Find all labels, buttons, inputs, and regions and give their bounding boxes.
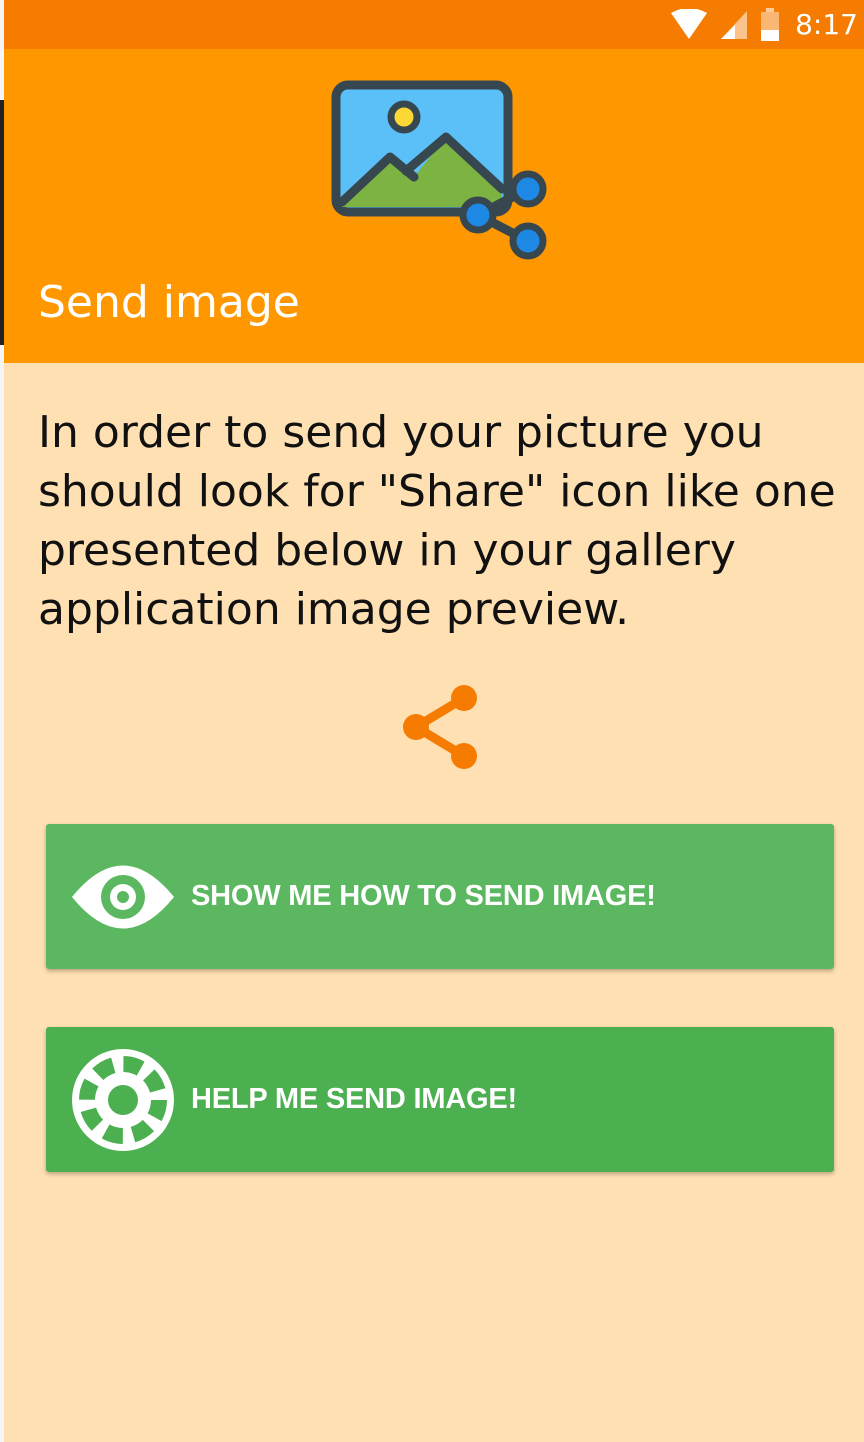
cell-signal-icon: [721, 10, 748, 39]
battery-icon: [761, 7, 780, 41]
app-header: Send image: [0, 49, 864, 363]
help-me-send-button[interactable]: HELP ME SEND IMAGE!: [46, 1027, 834, 1172]
page-title: Send image: [38, 277, 300, 328]
show-me-how-label: SHOW ME HOW TO SEND IMAGE!: [191, 880, 656, 912]
lifebuoy-icon: [72, 1049, 174, 1151]
status-time: 8:17: [795, 8, 858, 41]
eye-icon: [72, 865, 174, 929]
status-bar: 8:17: [0, 0, 864, 49]
help-me-send-label: HELP ME SEND IMAGE!: [191, 1083, 517, 1115]
status-icons: 8:17: [669, 0, 858, 49]
share-icon: [403, 685, 477, 769]
left-edge-shadow: [0, 100, 4, 345]
app-screen: 8:17 Send image In order to send your pi…: [0, 0, 864, 1442]
show-me-how-button[interactable]: SHOW ME HOW TO SEND IMAGE!: [46, 824, 834, 969]
wifi-icon: [671, 8, 708, 39]
image-share-illustration: [331, 80, 547, 260]
instructions-text: In order to send your picture you should…: [38, 407, 836, 635]
